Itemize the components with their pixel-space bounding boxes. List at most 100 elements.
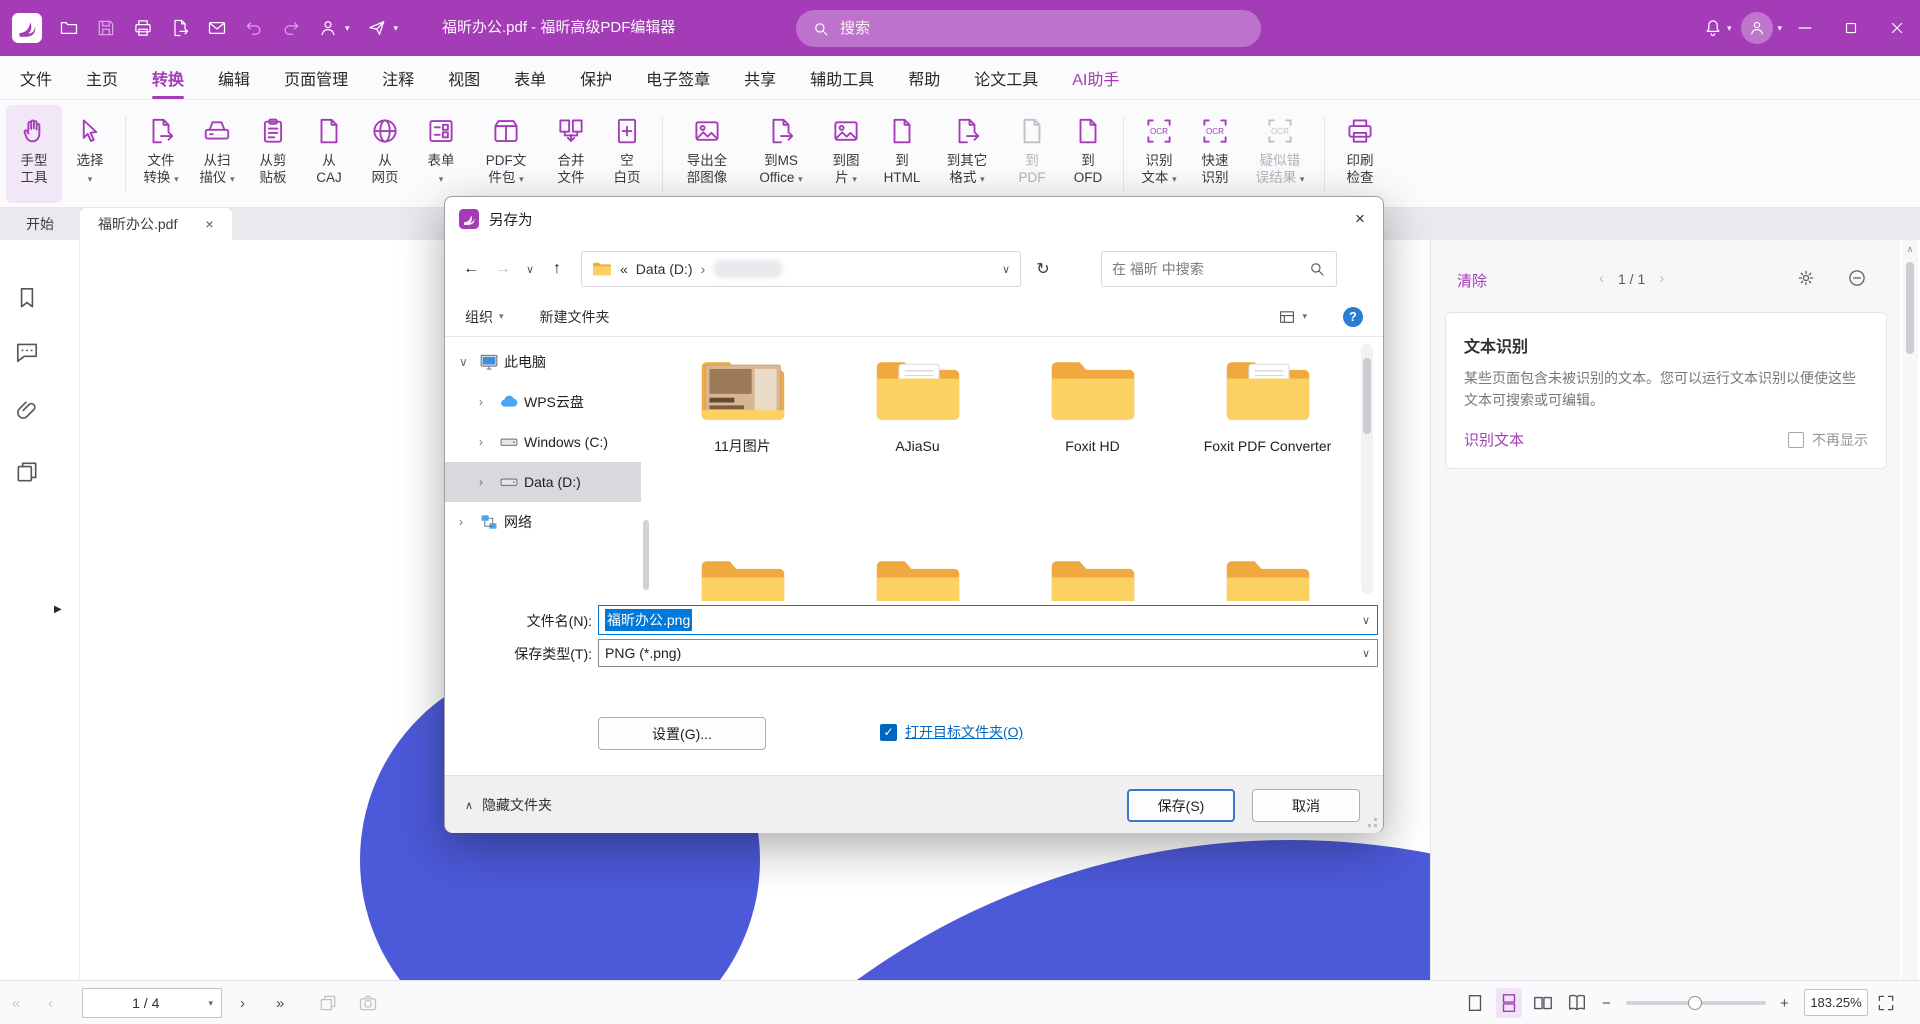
panel-collapse-icon[interactable] (1847, 268, 1867, 288)
filename-caret-icon[interactable]: ∨ (1355, 614, 1377, 627)
view-single-page-icon[interactable] (1462, 988, 1488, 1018)
fit-screen-icon[interactable] (1876, 981, 1896, 1024)
ribbon-to-html[interactable]: 到HTML (874, 105, 930, 203)
ribbon-export-all-images[interactable]: 导出全部图像 (670, 105, 744, 203)
tree-item-3[interactable]: ›Data (D:) (445, 462, 641, 502)
menu-tab-5[interactable]: 注释 (382, 56, 414, 99)
refresh-button[interactable]: ↻ (1027, 253, 1059, 285)
view-continuous-icon[interactable] (1496, 988, 1522, 1018)
save-icon[interactable] (96, 18, 116, 38)
ribbon-select[interactable]: 选择▾ (62, 105, 118, 203)
file-tile-partial-3[interactable] (1180, 553, 1355, 601)
send-icon[interactable] (367, 18, 387, 38)
ribbon-combine-files[interactable]: 合并文件 (543, 105, 599, 203)
menu-tab-13[interactable]: 论文工具 (974, 56, 1038, 99)
dialog-close-button[interactable]: × (1337, 197, 1383, 241)
ribbon-blank-page[interactable]: 空白页 (599, 105, 655, 203)
menu-tab-14[interactable]: AI助手 (1072, 56, 1119, 99)
document-scrollbar[interactable]: ∧ (1902, 240, 1918, 980)
breadcrumb-caret-icon[interactable]: ∨ (1002, 263, 1010, 276)
ribbon-quick-recognize[interactable]: 快速识别 (1187, 105, 1243, 203)
filetype-select[interactable]: PNG (*.png) ∨ (598, 639, 1378, 667)
menu-tab-7[interactable]: 表单 (514, 56, 546, 99)
notifications-bell-icon[interactable] (1703, 18, 1723, 38)
redo-icon[interactable] (281, 18, 301, 38)
panel-expander-icon[interactable]: ▶ (54, 604, 62, 615)
tab-start[interactable]: 开始 (0, 208, 80, 240)
view-toggle-icon[interactable]: ▾ (1278, 308, 1307, 326)
dialog-resize-grip[interactable] (1374, 824, 1377, 827)
undo-icon[interactable] (244, 18, 264, 38)
ribbon-from-clipboard[interactable]: 从剪贴板 (245, 105, 301, 203)
app-logo[interactable] (12, 13, 42, 43)
zoom-out-icon[interactable]: − (1602, 981, 1611, 1024)
menu-tab-12[interactable]: 帮助 (908, 56, 940, 99)
dismiss-option[interactable]: 不再显示 (1788, 430, 1868, 450)
open-folder-checkbox[interactable]: ✓ (880, 724, 897, 741)
ribbon-recognize-text[interactable]: 识别文本 ▾ (1131, 105, 1187, 203)
file-tile-2[interactable]: Foxit HD (1005, 354, 1180, 456)
bookmarks-panel-icon[interactable] (14, 285, 40, 311)
breadcrumb-collapsed[interactable]: « (620, 261, 628, 277)
tree-chevron-icon[interactable]: › (479, 435, 497, 449)
filename-input[interactable]: 福昕办公.png ∨ (598, 605, 1378, 635)
ribbon-to-other-format[interactable]: 到其它格式 ▾ (930, 105, 1004, 203)
file-list-scrollbar[interactable] (1361, 344, 1373, 594)
file-tile-partial-2[interactable] (1005, 553, 1180, 601)
notifications-caret-icon[interactable]: ▾ (1727, 23, 1732, 34)
clear-button[interactable]: 清除 (1457, 270, 1487, 291)
dismiss-checkbox[interactable] (1788, 432, 1804, 448)
menu-tab-3[interactable]: 编辑 (218, 56, 250, 99)
print-icon[interactable] (133, 18, 153, 38)
comments-panel-icon[interactable] (14, 339, 40, 365)
nav-up-button[interactable]: ↑ (541, 253, 573, 285)
tree-item-2[interactable]: ›Windows (C:) (445, 422, 641, 462)
panel-settings-gear-icon[interactable] (1796, 268, 1816, 288)
menu-tab-4[interactable]: 页面管理 (284, 56, 348, 99)
pages-panel-icon[interactable] (14, 459, 40, 485)
menu-tab-1[interactable]: 主页 (86, 56, 118, 99)
ribbon-pdf-portfolio[interactable]: PDF文件包 ▾ (469, 105, 543, 203)
file-tile-3[interactable]: Foxit PDF Converter (1180, 354, 1355, 456)
menu-tab-8[interactable]: 保护 (580, 56, 612, 99)
file-tile-partial-0[interactable] (655, 553, 830, 601)
ribbon-file-convert[interactable]: 文件转换 ▾ (133, 105, 189, 203)
menu-tab-9[interactable]: 电子签章 (646, 56, 710, 99)
menu-tab-10[interactable]: 共享 (744, 56, 776, 99)
nav-recent-caret-icon[interactable]: ∨ (519, 253, 541, 285)
menu-tab-0[interactable]: 文件 (20, 56, 52, 99)
share-caret-icon[interactable]: ▾ (345, 23, 350, 34)
mail-icon[interactable] (207, 18, 227, 38)
zoom-level-box[interactable]: 183.25% (1804, 989, 1868, 1016)
attachments-panel-icon[interactable] (14, 398, 40, 424)
save-button[interactable]: 保存(S) (1127, 789, 1235, 822)
minimize-button[interactable] (1782, 0, 1828, 56)
file-tile-partial-1[interactable] (830, 553, 1005, 601)
hide-folders-button[interactable]: ∧ 隐藏文件夹 (465, 776, 552, 834)
view-book-icon[interactable] (1564, 988, 1590, 1018)
tab-active-document[interactable]: 福昕办公.pdf × (80, 208, 232, 240)
scrollbar-thumb[interactable] (1906, 262, 1914, 354)
tree-chevron-icon[interactable]: › (479, 475, 497, 489)
settings-button[interactable]: 设置(G)... (598, 717, 766, 750)
tab-close-icon[interactable]: × (205, 216, 213, 232)
titlebar-search-input[interactable] (840, 20, 1245, 37)
menu-tab-6[interactable]: 视图 (448, 56, 480, 99)
maximize-button[interactable] (1828, 0, 1874, 56)
organize-button[interactable]: 组织 ▾ (465, 307, 504, 327)
zoom-slider-thumb[interactable] (1688, 996, 1702, 1010)
tree-chevron-icon[interactable]: › (479, 395, 497, 409)
new-folder-button[interactable]: 新建文件夹 (540, 307, 610, 327)
cancel-button[interactable]: 取消 (1252, 789, 1360, 822)
tree-scrollbar-thumb[interactable] (643, 520, 649, 590)
ribbon-from-web[interactable]: 从网页 (357, 105, 413, 203)
next-page-icon[interactable]: › (240, 981, 245, 1024)
ribbon-from-caj[interactable]: 从CAJ (301, 105, 357, 203)
filetype-caret-icon[interactable]: ∨ (1355, 647, 1377, 660)
ribbon-from-scanner[interactable]: 从扫描仪 ▾ (189, 105, 245, 203)
tree-item-0[interactable]: ∨此电脑 (445, 342, 641, 382)
ribbon-to-image[interactable]: 到图片 ▾ (818, 105, 874, 203)
page-number-box[interactable]: 1 / 4 ▾ (82, 988, 222, 1018)
tree-item-4[interactable]: ›网络 (445, 502, 641, 542)
view-facing-icon[interactable] (1530, 988, 1556, 1018)
